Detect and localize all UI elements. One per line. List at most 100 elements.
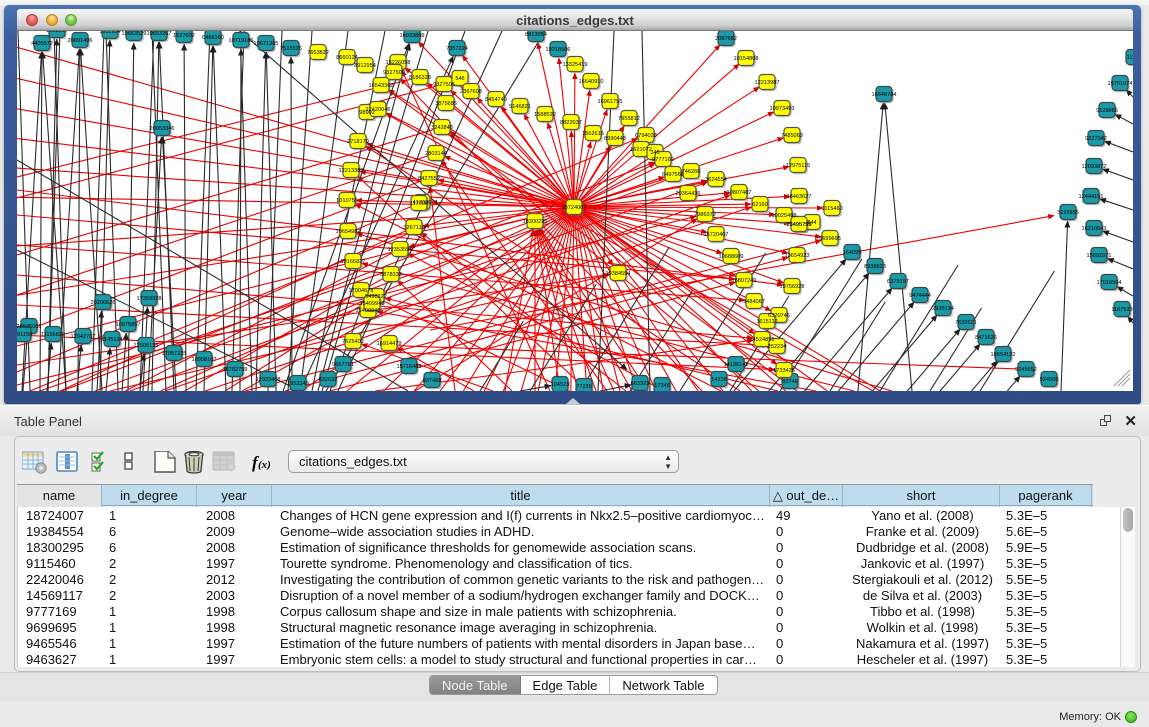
svg-text:8427552: 8427552 xyxy=(418,176,440,182)
svg-text:16961755: 16961755 xyxy=(598,99,623,105)
svg-text:10807487: 10807487 xyxy=(727,190,752,196)
svg-text:11156829: 11156829 xyxy=(41,332,65,338)
svg-text:832632: 832632 xyxy=(319,377,338,383)
svg-text:9474444: 9474444 xyxy=(909,293,931,299)
svg-text:14524851: 14524851 xyxy=(750,337,775,343)
svg-text:14136141: 14136141 xyxy=(724,362,749,368)
svg-text:10654982: 10654982 xyxy=(336,229,361,235)
svg-text:15751074: 15751074 xyxy=(1108,81,1133,87)
svg-text:12213987: 12213987 xyxy=(755,80,780,86)
svg-text:12975115: 12975115 xyxy=(786,163,810,169)
svg-text:19166827: 19166827 xyxy=(341,259,366,265)
svg-text:8660124: 8660124 xyxy=(336,55,358,61)
svg-text:19663529: 19663529 xyxy=(122,31,147,37)
svg-text:9327505: 9327505 xyxy=(433,82,455,88)
svg-text:10654122: 10654122 xyxy=(991,352,1016,358)
svg-text:6466160: 6466160 xyxy=(202,35,224,41)
svg-text:11174: 11174 xyxy=(1127,55,1133,61)
svg-text:1010755: 1010755 xyxy=(336,198,358,204)
svg-text:252234: 252234 xyxy=(768,344,787,350)
svg-text:1527602: 1527602 xyxy=(173,33,195,39)
svg-text:1911954: 1911954 xyxy=(99,31,120,35)
svg-text:9777169: 9777169 xyxy=(652,157,674,163)
svg-text:16543362: 16543362 xyxy=(369,83,394,89)
svg-text:22420046: 22420046 xyxy=(366,107,391,113)
svg-text:546: 546 xyxy=(455,76,464,82)
svg-text:3912954: 3912954 xyxy=(354,63,376,69)
svg-text:16210643: 16210643 xyxy=(1082,226,1107,232)
svg-text:3267110: 3267110 xyxy=(403,225,424,231)
svg-text:7632621: 7632621 xyxy=(955,320,977,326)
svg-text:20364436: 20364436 xyxy=(676,191,701,197)
svg-text:93746: 93746 xyxy=(782,379,798,385)
svg-text:7986372: 7986372 xyxy=(694,212,716,218)
svg-text:9699695: 9699695 xyxy=(819,236,841,242)
svg-text:8186328: 8186328 xyxy=(409,75,431,81)
svg-text:9146821: 9146821 xyxy=(509,104,531,110)
svg-text:9115460: 9115460 xyxy=(821,206,842,212)
svg-text:8813054: 8813054 xyxy=(525,32,547,38)
svg-text:1562615: 1562615 xyxy=(582,131,604,137)
svg-text:8938923: 8938923 xyxy=(864,264,886,270)
svg-text:1952349: 1952349 xyxy=(287,381,309,387)
svg-text:3215955: 3215955 xyxy=(1057,210,1079,216)
svg-text:6379197: 6379197 xyxy=(887,279,909,285)
svg-text:62160: 62160 xyxy=(752,202,768,208)
svg-text:2087682: 2087682 xyxy=(715,36,737,42)
svg-text:23495759: 23495759 xyxy=(787,222,812,228)
svg-text:1167533: 1167533 xyxy=(1111,307,1132,313)
svg-text:20053346: 20053346 xyxy=(150,126,175,132)
svg-text:12942737: 12942737 xyxy=(71,334,96,340)
svg-text:19756928: 19756928 xyxy=(780,284,805,290)
svg-text:7357224: 7357224 xyxy=(446,46,468,52)
svg-text:345: 345 xyxy=(650,150,659,156)
svg-text:1615112: 1615112 xyxy=(756,319,777,325)
svg-text:16914479: 16914479 xyxy=(377,341,402,347)
svg-text:7955812: 7955812 xyxy=(618,116,640,122)
svg-text:10958107: 10958107 xyxy=(192,357,217,363)
svg-text:9227342: 9227342 xyxy=(1085,136,1107,142)
svg-text:15226058: 15226058 xyxy=(386,60,411,66)
svg-text:77235: 77235 xyxy=(576,384,592,390)
svg-text:18463627: 18463627 xyxy=(787,194,812,200)
svg-text:9245652: 9245652 xyxy=(1015,367,1037,373)
svg-text:104523: 104523 xyxy=(551,382,570,388)
svg-text:746266: 746266 xyxy=(682,169,701,175)
svg-text:10671365: 10671365 xyxy=(254,41,279,47)
svg-text:2803144: 2803144 xyxy=(425,151,447,157)
svg-text:20691406: 20691406 xyxy=(68,38,93,44)
svg-text:7515526: 7515526 xyxy=(280,46,302,52)
svg-text:8471626: 8471626 xyxy=(975,335,997,341)
svg-text:15409949: 15409949 xyxy=(356,308,381,314)
svg-text:10719185: 10719185 xyxy=(229,38,254,44)
svg-text:15716485: 15716485 xyxy=(397,364,422,370)
svg-text:18807249: 18807249 xyxy=(732,278,757,284)
svg-text:3878332: 3878332 xyxy=(380,272,402,278)
svg-text:20206526: 20206526 xyxy=(91,300,116,306)
svg-text:13654923: 13654923 xyxy=(785,253,810,259)
svg-text:17359928: 17359928 xyxy=(137,296,162,302)
svg-text:10653267: 10653267 xyxy=(147,31,172,37)
svg-text:3624554: 3624554 xyxy=(705,177,727,183)
svg-text:14138: 14138 xyxy=(711,377,727,383)
svg-text:17957225: 17957225 xyxy=(162,351,187,357)
svg-text:12353594: 12353594 xyxy=(388,247,413,253)
svg-text:3875685: 3875685 xyxy=(435,101,457,107)
svg-text:7663822: 7663822 xyxy=(307,50,329,56)
svg-text:924505: 924505 xyxy=(1040,377,1059,383)
svg-text:4405572: 4405572 xyxy=(31,41,53,47)
svg-text:1145134: 1145134 xyxy=(101,337,122,343)
svg-text:12444151: 12444151 xyxy=(1079,194,1104,200)
svg-text:8822037: 8822037 xyxy=(560,120,582,126)
svg-text:9129966: 9129966 xyxy=(1096,108,1118,114)
svg-text:2718170: 2718170 xyxy=(347,139,369,145)
svg-text:15720407: 15720407 xyxy=(704,232,729,238)
svg-text:15692971: 15692971 xyxy=(1087,253,1112,259)
svg-text:15409949: 15409949 xyxy=(360,301,385,307)
svg-text:117006: 117006 xyxy=(410,201,428,207)
svg-text:12093872: 12093872 xyxy=(1082,164,1107,170)
svg-text:5498222: 5498222 xyxy=(365,294,387,300)
svg-text:10973493: 10973493 xyxy=(770,106,795,112)
svg-text:16033809: 16033809 xyxy=(400,33,425,39)
svg-text:8990448: 8990448 xyxy=(604,136,626,142)
